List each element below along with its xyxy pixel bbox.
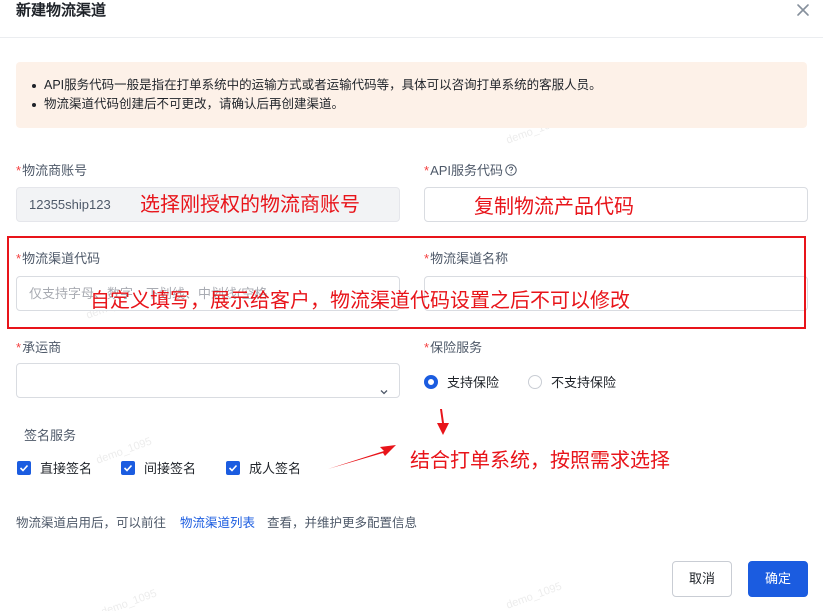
adult-signature-checkbox[interactable]: 成人签名 bbox=[226, 458, 301, 477]
help-icon[interactable] bbox=[505, 163, 517, 176]
radio-checked-icon bbox=[424, 374, 438, 389]
signature-label: 签名服务 bbox=[24, 428, 77, 443]
indirect-signature-checkbox[interactable]: 间接签名 bbox=[121, 458, 196, 477]
arrow-down-icon bbox=[437, 409, 449, 435]
checkbox-checked-icon bbox=[226, 460, 240, 475]
notice-line: API服务代码一般是指在打单系统中的运输方式或者运输代码等，具体可以咨询打单系统… bbox=[30, 76, 602, 95]
annotation-api-hint: 复制物流产品代码 bbox=[474, 196, 634, 218]
cancel-button[interactable]: 取消 bbox=[672, 561, 732, 597]
arrow-left-icon bbox=[328, 445, 396, 469]
close-icon[interactable] bbox=[795, 2, 811, 18]
checkbox-checked-icon bbox=[17, 460, 31, 475]
footer-hint: 物流渠道启用后，可以前往 物流渠道列表 查看，并维护更多配置信息 bbox=[16, 516, 418, 530]
insurance-support-radio[interactable]: 支持保险 bbox=[424, 372, 499, 391]
carrier-select[interactable] bbox=[16, 363, 400, 398]
insurance-none-radio[interactable]: 不支持保险 bbox=[528, 372, 616, 391]
chevron-down-icon bbox=[379, 376, 389, 395]
new-channel-dialog: demo_1095 demo_1095 demo_1095 demo_1095 … bbox=[0, 0, 823, 611]
annotation-carrier-hint: 选择刚授权的物流商账号 bbox=[140, 194, 360, 216]
watermark: demo_1095 bbox=[504, 580, 564, 611]
carrier-account-label: *物流商账号 bbox=[16, 163, 88, 178]
direct-signature-checkbox[interactable]: 直接签名 bbox=[17, 458, 92, 477]
annotation-highlight-box bbox=[7, 236, 806, 329]
dialog-title: 新建物流渠道 bbox=[16, 2, 107, 19]
watermark: demo_1095 bbox=[99, 587, 159, 611]
annotation-channel-hint: 自定义填写，展示给客户，物流渠道代码设置之后不可以修改 bbox=[90, 290, 630, 312]
checkbox-checked-icon bbox=[121, 460, 135, 475]
channel-list-link[interactable]: 物流渠道列表 bbox=[180, 516, 255, 530]
confirm-button[interactable]: 确定 bbox=[748, 561, 808, 597]
annotation-arrows bbox=[328, 409, 449, 469]
notice-line: 物流渠道代码创建后不可更改，请确认后再创建渠道。 bbox=[30, 95, 602, 114]
insurance-label: *保险服务 bbox=[424, 340, 483, 355]
carrier-label: *承运商 bbox=[16, 340, 62, 355]
radio-unchecked-icon bbox=[528, 374, 542, 389]
notice-banner: API服务代码一般是指在打单系统中的运输方式或者运输代码等，具体可以咨询打单系统… bbox=[16, 62, 807, 128]
api-code-label: *API服务代码 bbox=[424, 162, 517, 180]
dialog-header: 新建物流渠道 bbox=[0, 0, 823, 38]
